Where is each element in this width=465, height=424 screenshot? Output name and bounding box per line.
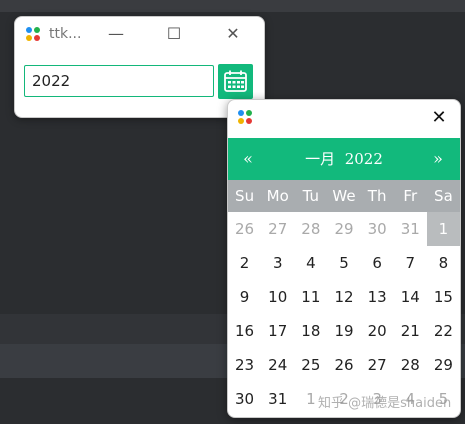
calendar-day[interactable]: 8: [427, 246, 460, 280]
calendar-day[interactable]: 14: [394, 280, 427, 314]
calendar-day[interactable]: 30: [361, 212, 394, 246]
calendar-popup: ✕ « 一月 2022 » Su Mo Tu We Th Fr Sa 26 27 28 29 30 3…: [227, 99, 461, 418]
calendar-day[interactable]: 29: [327, 212, 360, 246]
title-bar: ttk... — ☐ ✕: [15, 17, 264, 53]
calendar-day[interactable]: 23: [228, 348, 261, 382]
calendar-day[interactable]: 1: [426, 212, 460, 246]
calendar-day[interactable]: 28: [394, 348, 427, 382]
calendar-day[interactable]: 24: [261, 348, 294, 382]
calendar-day[interactable]: 3: [261, 246, 294, 280]
weekday-header: Su Mo Tu We Th Fr Sa: [228, 180, 460, 212]
background-toolbar: [0, 0, 465, 12]
calendar-day[interactable]: 4: [294, 246, 327, 280]
weekday-label: Fr: [403, 187, 418, 205]
calendar-day[interactable]: 19: [327, 314, 360, 348]
calendar-day[interactable]: 26: [228, 212, 261, 246]
weekday-label: Th: [367, 187, 387, 205]
app-icon: [237, 109, 255, 127]
calendar-day[interactable]: 28: [294, 212, 327, 246]
day-grid: 26 27 28 29 30 31 1 2 3 4 5 6 7 8 9 10 11 12 13 14 15 16 17 18 1…: [228, 212, 460, 416]
weekday-label: Tu: [302, 187, 320, 205]
month-label: 一月: [305, 150, 336, 168]
calendar-day[interactable]: 18: [294, 314, 327, 348]
year-label: 2022: [344, 150, 383, 168]
calendar-day[interactable]: 13: [361, 280, 394, 314]
calendar-day[interactable]: 26: [327, 348, 360, 382]
calendar-day[interactable]: 2: [228, 246, 261, 280]
calendar-day[interactable]: 12: [327, 280, 360, 314]
watermark: 知乎 @瑞德是shaiden: [318, 396, 452, 411]
minimize-button[interactable]: —: [101, 23, 131, 45]
weekday-label: We: [332, 187, 356, 205]
calendar-day[interactable]: 7: [394, 246, 427, 280]
calendar-day[interactable]: 22: [427, 314, 460, 348]
calendar-close-button[interactable]: ✕: [426, 106, 452, 130]
calendar-day[interactable]: 27: [361, 348, 394, 382]
next-month-button[interactable]: »: [424, 146, 452, 172]
date-entry-field[interactable]: 2022: [24, 65, 214, 97]
calendar-day[interactable]: 17: [261, 314, 294, 348]
calendar-day[interactable]: 16: [228, 314, 261, 348]
calendar-day[interactable]: 20: [361, 314, 394, 348]
maximize-button[interactable]: ☐: [159, 23, 189, 45]
calendar-day[interactable]: 30: [228, 382, 261, 416]
weekday-label: Sa: [434, 187, 453, 205]
prev-month-button[interactable]: «: [234, 146, 262, 172]
calendar-day[interactable]: 10: [261, 280, 294, 314]
close-button[interactable]: ✕: [218, 23, 248, 45]
weekday-label: Mo: [266, 187, 289, 205]
calendar-day[interactable]: 6: [361, 246, 394, 280]
calendar-day[interactable]: 31: [261, 382, 294, 416]
calendar-day[interactable]: 15: [427, 280, 460, 314]
calendar-day[interactable]: 21: [394, 314, 427, 348]
weekday-label: Su: [235, 187, 255, 205]
calendar-day[interactable]: 25: [294, 348, 327, 382]
month-year-label: 一月 2022: [288, 146, 400, 172]
app-icon: [25, 26, 43, 44]
calendar-day[interactable]: 9: [228, 280, 261, 314]
calendar-day[interactable]: 11: [294, 280, 327, 314]
calendar-day[interactable]: 29: [427, 348, 460, 382]
window-title: ttk...: [49, 26, 82, 42]
calendar-header: « 一月 2022 »: [228, 138, 460, 180]
calendar-button[interactable]: [218, 64, 253, 99]
calendar-icon: [224, 70, 247, 92]
calendar-day[interactable]: 5: [327, 246, 360, 280]
calendar-day[interactable]: 31: [394, 212, 427, 246]
calendar-day[interactable]: 27: [261, 212, 294, 246]
